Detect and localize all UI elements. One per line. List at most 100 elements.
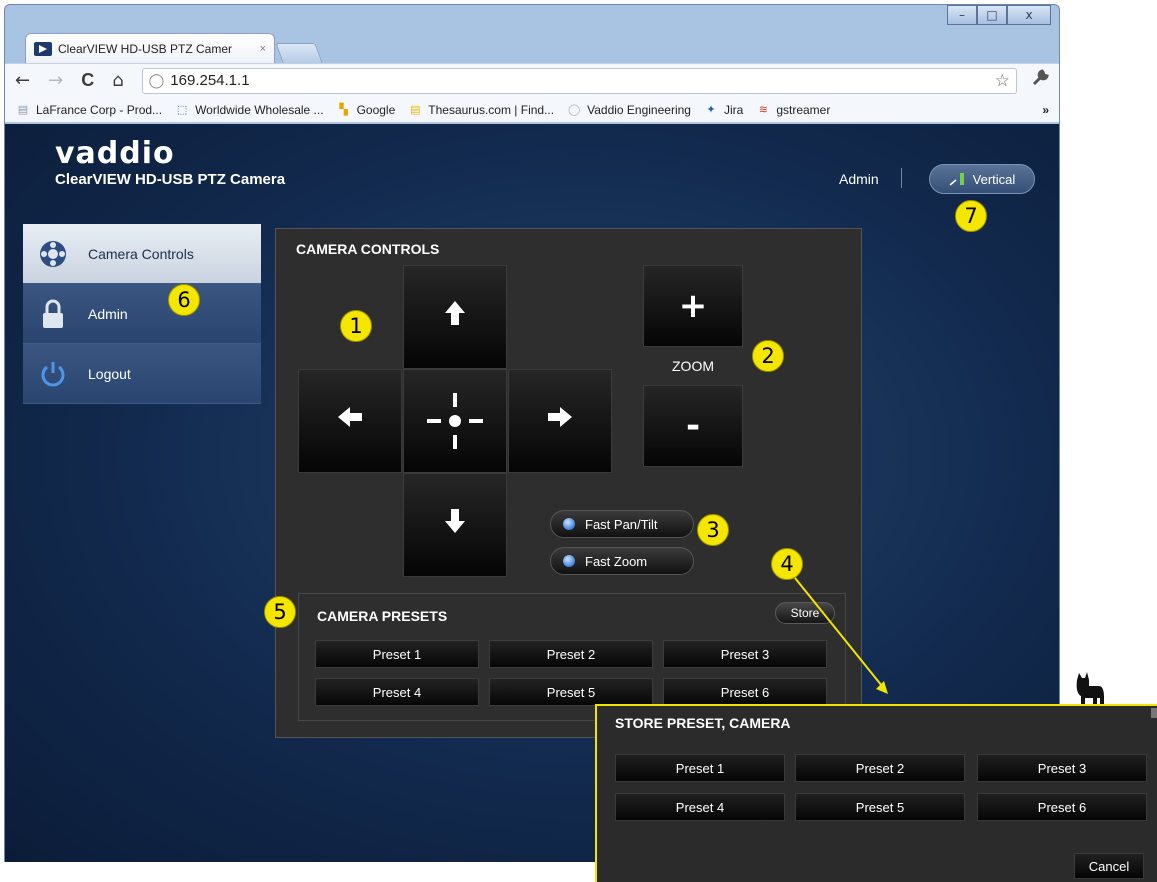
- jira-icon: ✦: [706, 103, 716, 116]
- camera-controls-panel: CAMERA CONTROLS + ZOOM - Fast Pan/Tilt F…: [275, 228, 862, 738]
- bookmark-label: Worldwide Wholesale ...: [195, 102, 324, 117]
- arrow-right-icon: [545, 402, 575, 440]
- vertical-button[interactable]: Vertical: [929, 164, 1035, 194]
- address-text: 169.254.1.1: [170, 72, 250, 89]
- browser-tab[interactable]: ClearVIEW HD-USB PTZ Camer ×: [25, 33, 275, 63]
- pan-right-button[interactable]: [508, 369, 612, 473]
- address-bar[interactable]: ◯ 169.254.1.1 ☆: [141, 67, 1017, 94]
- vaddio-logo: vaddio: [55, 136, 175, 171]
- preset-3-button[interactable]: Preset 3: [663, 640, 827, 668]
- minimize-button[interactable]: –: [947, 5, 977, 25]
- forward-icon[interactable]: →: [48, 70, 63, 91]
- bookmark-label: Google: [356, 102, 396, 117]
- store-preset-4-button[interactable]: Preset 4: [615, 793, 785, 821]
- cancel-button[interactable]: Cancel: [1074, 853, 1144, 879]
- header-admin-link[interactable]: Admin: [839, 171, 879, 187]
- home-icon[interactable]: ⌂: [112, 70, 123, 91]
- camera-controls-icon: [38, 239, 68, 269]
- product-name: ClearVIEW HD-USB PTZ Camera: [55, 171, 286, 188]
- fast-zoom-toggle[interactable]: Fast Zoom: [550, 547, 694, 575]
- arrow-left-icon: [335, 402, 365, 440]
- bookmark-label: Jira: [723, 102, 744, 117]
- indicator-led-icon: [563, 555, 575, 567]
- preset-2-button[interactable]: Preset 2: [489, 640, 653, 668]
- new-tab-button[interactable]: [275, 43, 323, 63]
- tilt-up-button[interactable]: [403, 265, 507, 369]
- dialog-title: STORE PRESET, CAMERA: [615, 715, 791, 731]
- google-icon: ▚: [339, 103, 348, 116]
- sidebar-item-logout[interactable]: Logout: [23, 344, 261, 404]
- bookmark-label: Vaddio Engineering: [587, 102, 691, 117]
- store-preset-dialog: STORE PRESET, CAMERA Preset 1 Preset 2 P…: [595, 704, 1157, 882]
- cat-icon: [1076, 672, 1104, 705]
- sidebar-item-camera-controls[interactable]: Camera Controls: [23, 224, 261, 284]
- tab-close-icon[interactable]: ×: [260, 43, 266, 55]
- callout-7: 7: [955, 200, 987, 232]
- vertical-button-label: Vertical: [972, 171, 1016, 187]
- close-button[interactable]: x: [1007, 5, 1051, 25]
- preset-1-button[interactable]: Preset 1: [315, 640, 479, 668]
- bookmark-star-icon[interactable]: ☆: [995, 71, 1010, 91]
- browser-toolbar: ← → C ⌂ ◯ 169.254.1.1 ☆: [5, 63, 1059, 97]
- sidebar: Camera Controls Admin Logout: [23, 224, 261, 404]
- bookmark-item[interactable]: ▤ LaFrance Corp - Prod...: [15, 103, 162, 117]
- camera-presets-section: CAMERA PRESETS Store Preset 1 Preset 2 P…: [298, 593, 846, 721]
- zoom-out-button[interactable]: -: [643, 385, 743, 467]
- store-preset-2-button[interactable]: Preset 2: [795, 754, 965, 782]
- callout-2: 2: [752, 340, 784, 372]
- preset-6-button[interactable]: Preset 6: [663, 678, 827, 706]
- bookmark-item[interactable]: ⬚ Worldwide Wholesale ...: [174, 103, 324, 117]
- callout-4: 4: [771, 548, 803, 580]
- zoom-in-button[interactable]: +: [643, 265, 743, 347]
- reload-icon[interactable]: C: [81, 70, 94, 91]
- vaddio-favicon-icon: [34, 41, 52, 56]
- bookmark-item[interactable]: ≋ gstreamer: [755, 103, 831, 117]
- store-preset-5-button[interactable]: Preset 5: [795, 793, 965, 821]
- panel-title: CAMERA CONTROLS: [296, 241, 440, 257]
- tab-title: ClearVIEW HD-USB PTZ Camer: [58, 41, 233, 56]
- back-icon[interactable]: ←: [15, 70, 30, 91]
- store-preset-6-button[interactable]: Preset 6: [977, 793, 1147, 821]
- header-divider: [901, 168, 902, 188]
- tab-strip: ClearVIEW HD-USB PTZ Camer ×: [25, 33, 323, 63]
- screenshot: – □ x ClearVIEW HD-USB PTZ Camer × ← → C…: [0, 0, 1157, 882]
- callout-6: 6: [168, 284, 200, 316]
- fast-pan-tilt-toggle[interactable]: Fast Pan/Tilt: [550, 510, 694, 538]
- sidebar-item-admin[interactable]: Admin: [23, 284, 261, 344]
- maximize-button[interactable]: □: [977, 5, 1007, 25]
- cursor-icon: ⬚: [176, 103, 188, 116]
- indicator-led-icon: [563, 518, 575, 530]
- home-button[interactable]: [403, 369, 507, 473]
- vertical-layout-icon: [949, 173, 964, 186]
- bookmark-item[interactable]: ✦ Jira: [703, 103, 743, 117]
- globe-icon: ◯: [148, 72, 165, 89]
- gstreamer-icon: ≋: [758, 103, 768, 116]
- bookmark-label: LaFrance Corp - Prod...: [36, 102, 163, 117]
- zoom-label: ZOOM: [672, 358, 714, 374]
- bookmark-item[interactable]: ▚ Google: [336, 102, 396, 117]
- preset-4-button[interactable]: Preset 4: [315, 678, 479, 706]
- toggle-label: Fast Zoom: [585, 553, 648, 569]
- bookmark-item[interactable]: ◯ Vaddio Engineering: [566, 103, 691, 117]
- sidebar-item-label: Logout: [88, 365, 131, 382]
- tilt-down-button[interactable]: [403, 473, 507, 577]
- power-icon: [38, 359, 68, 389]
- wrench-icon[interactable]: [1031, 69, 1049, 92]
- bookmarks-bar: ▤ LaFrance Corp - Prod... ⬚ Worldwide Whole…: [5, 97, 1059, 123]
- sidebar-item-label: Camera Controls: [88, 245, 194, 262]
- store-preset-3-button[interactable]: Preset 3: [977, 754, 1147, 782]
- bookmarks-overflow-icon[interactable]: »: [1042, 103, 1049, 117]
- store-button[interactable]: Store: [775, 602, 835, 624]
- toggle-label: Fast Pan/Tilt: [585, 516, 658, 532]
- callout-5: 5: [264, 596, 296, 628]
- arrow-up-icon: [440, 298, 470, 336]
- callout-3: 3: [697, 514, 729, 546]
- presets-title: CAMERA PRESETS: [317, 608, 448, 624]
- pan-left-button[interactable]: [298, 369, 402, 473]
- store-preset-1-button[interactable]: Preset 1: [615, 754, 785, 782]
- page-icon: ▤: [17, 103, 29, 116]
- bookmark-item[interactable]: ▤ Thesaurus.com | Find...: [407, 103, 554, 117]
- dialog-close-icon[interactable]: [1151, 708, 1157, 718]
- lock-icon: [38, 299, 68, 329]
- preset-5-button[interactable]: Preset 5: [489, 678, 653, 706]
